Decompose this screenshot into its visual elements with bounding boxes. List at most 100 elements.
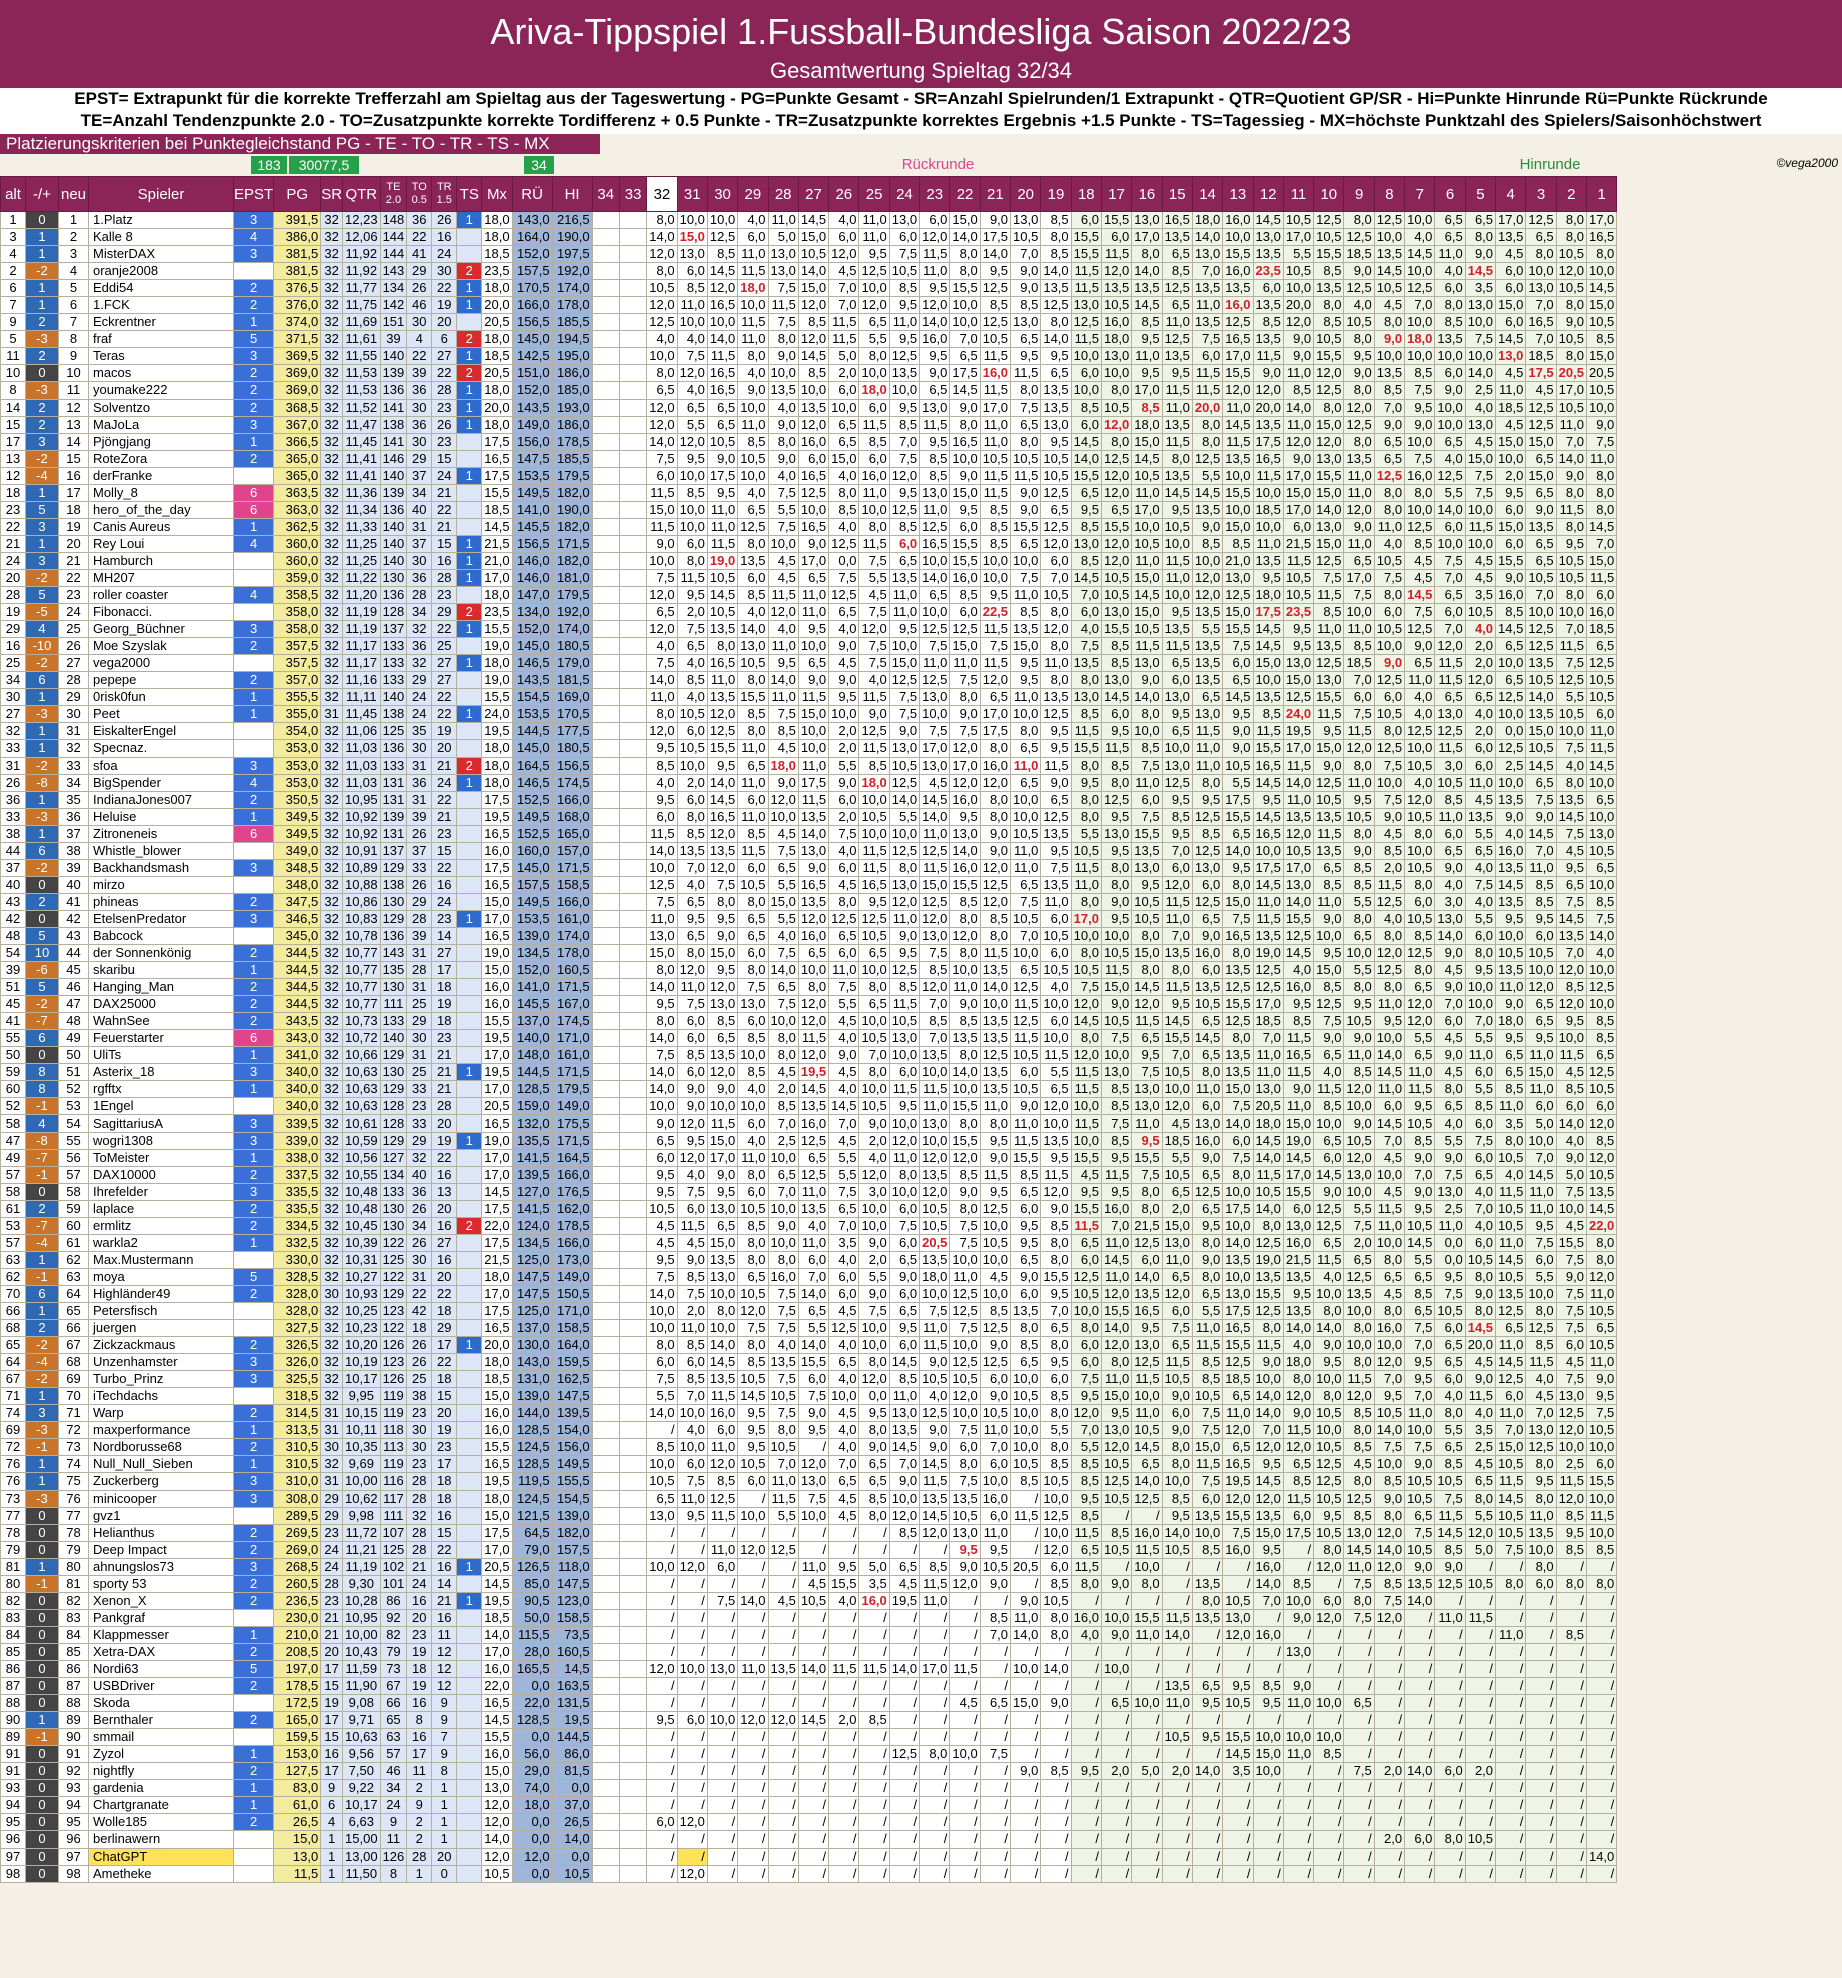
cell-epst: 5 — [232, 330, 275, 349]
table-row: 54 10 44 der Sonnenkönig 2 344,5 32 10,77 143 31 2… — [0, 944, 1618, 963]
matchday-cell: 8,0 — [1555, 483, 1587, 502]
matchday-cell: 12,0 — [1222, 1489, 1254, 1508]
matchday-cell: / — [1373, 1642, 1406, 1661]
matchday-cell: 8,5 — [858, 756, 890, 775]
cell-tr: 22 — [431, 688, 458, 707]
matchday-cell: 11,5 — [1434, 1506, 1466, 1525]
cell-ts: 1 — [456, 1557, 483, 1576]
matchday-cell: 6,5 — [646, 381, 678, 400]
matchday-cell: 8,0 — [1434, 1830, 1466, 1849]
matchday-cell: 4,5 — [1434, 1029, 1466, 1048]
cell-epst — [232, 1864, 275, 1883]
matchday-cell — [591, 1301, 620, 1321]
matchday-cell: 9,0 — [919, 1353, 951, 1372]
matchday-cell: / — [828, 1796, 860, 1815]
matchday-cell: / — [1313, 1779, 1345, 1798]
matchday-cell: 10,0 — [1585, 961, 1618, 980]
matchday-cell: 10,5 — [1010, 1455, 1042, 1474]
matchday-cell: 13,5 — [1070, 654, 1102, 673]
matchday-cell: 9,0 — [1434, 978, 1466, 997]
matchday-cell: 6,5 — [858, 995, 890, 1014]
matchday-cell: / — [1161, 1796, 1193, 1815]
matchday-cell: 6,0 — [1585, 586, 1618, 605]
cell-qtr: 11,55 — [342, 347, 381, 366]
table-row: 49 -7 56 ToMeister 1 338,0 32 10,56 127 32 22 17,0 1… — [0, 1148, 1618, 1167]
matchday-cell: 8,5 — [1191, 1370, 1224, 1389]
matchday-cell: 9,0 — [888, 722, 921, 741]
matchday-cell — [618, 1796, 648, 1815]
cell-ru: 152,0 — [511, 245, 553, 264]
cell-alt: 18 — [0, 483, 26, 502]
cell-hi: 174,5 — [551, 773, 593, 792]
cell-ts — [456, 1080, 483, 1099]
matchday-cell: 7,5 — [1404, 1523, 1436, 1542]
cell-qtr: 10,56 — [342, 1148, 381, 1167]
matchday-cell: 11,5 — [706, 1387, 739, 1406]
matchday-cell: 11,0 — [1010, 586, 1042, 605]
matchday-cell: 11,5 — [1100, 1165, 1133, 1184]
cell-ru: 79,0 — [511, 1540, 553, 1559]
matchday-cell: 9,5 — [1040, 1284, 1072, 1304]
matchday-cell: 7,5 — [858, 603, 890, 622]
matchday-cell: 7,5 — [1222, 637, 1254, 656]
cell-mx: 12,0 — [481, 1847, 513, 1866]
cell-diff: 0 — [25, 1540, 59, 1559]
cell-epst: 3 — [232, 909, 275, 928]
matchday-cell: 4,0 — [737, 1131, 769, 1150]
matchday-cell: 10,0 — [1100, 364, 1133, 383]
cell-epst: 1 — [232, 961, 275, 980]
matchday-cell: / — [1010, 1779, 1042, 1798]
matchday-cell: / — [797, 1694, 830, 1713]
table-row: 42 0 42 EtelsenPredator 3 346,5 32 10,83 129 28 23… — [0, 909, 1618, 928]
cell-epst: 2 — [232, 398, 275, 417]
cell-pg: 314,5 — [273, 1404, 322, 1423]
matchday-cell: 8,5 — [1070, 1455, 1102, 1474]
cell-neu: 85 — [58, 1642, 89, 1661]
matchday-cell: 14,0 — [919, 568, 951, 588]
matchday-cell: / — [1585, 1745, 1618, 1764]
cell-hi: 171,0 — [551, 1301, 593, 1321]
matchday-cell: 5,5 — [1070, 1438, 1102, 1457]
matchday-cell — [618, 722, 648, 741]
matchday-cell: 9,5 — [1010, 1233, 1042, 1252]
cell-pg: 310,0 — [273, 1472, 322, 1491]
matchday-cell: 8,0 — [1525, 1455, 1557, 1474]
cell-sr: 24 — [320, 1540, 344, 1559]
matchday-cell: / — [1313, 1574, 1345, 1593]
cell-diff: 1 — [25, 1455, 59, 1474]
matchday-cell: 7,5 — [828, 824, 860, 843]
matchday-cell: 10,0 — [1040, 1523, 1072, 1542]
matchday-cell: 12,5 — [888, 841, 921, 860]
cell-diff: -2 — [25, 995, 59, 1014]
matchday-cell: 10,5 — [1100, 398, 1133, 417]
matchday-cell: / — [1252, 1608, 1284, 1627]
matchday-cell — [591, 705, 620, 724]
matchday-cell: 6,0 — [858, 449, 890, 468]
cell-name: wogri1308 — [88, 1131, 234, 1150]
cell-hi: 14,0 — [551, 1830, 593, 1849]
matchday-cell: 6,0 — [1131, 1250, 1163, 1269]
matchday-cell: 10,5 — [1161, 1370, 1193, 1389]
matchday-cell: 6,0 — [1434, 1012, 1466, 1031]
matchday-cell: 11,5 — [1555, 1472, 1587, 1491]
matchday-cell: / — [828, 1694, 860, 1713]
matchday-cell: 2,0 — [858, 1250, 890, 1269]
matchday-cell: 13,0 — [1040, 415, 1072, 434]
matchday-cell: 2,0 — [676, 603, 708, 622]
matchday-cell: 15,5 — [949, 1131, 981, 1150]
table-row: 41 -7 48 WahnSee 2 343,5 32 10,73 133 29 18 15,5 137… — [0, 1012, 1618, 1031]
matchday-cell: / — [1555, 1745, 1587, 1764]
matchday-cell: / — [1585, 1557, 1618, 1576]
matchday-cell: / — [949, 1830, 981, 1849]
matchday-cell: 8,0 — [1040, 1438, 1072, 1457]
cell-pg: 376,5 — [273, 279, 322, 298]
matchday-cell: 9,5 — [797, 620, 830, 639]
cell-ts — [456, 858, 483, 877]
matchday-cell: 12,0 — [1100, 466, 1133, 485]
cell-diff: -8 — [25, 1131, 59, 1150]
cell-ts — [456, 790, 483, 809]
matchday-cell: 4,0 — [797, 1216, 830, 1235]
matchday-cell: 10,0 — [1495, 773, 1527, 792]
cell-ru: 134,5 — [511, 944, 553, 963]
matchday-cell: 12,5 — [1373, 210, 1406, 230]
